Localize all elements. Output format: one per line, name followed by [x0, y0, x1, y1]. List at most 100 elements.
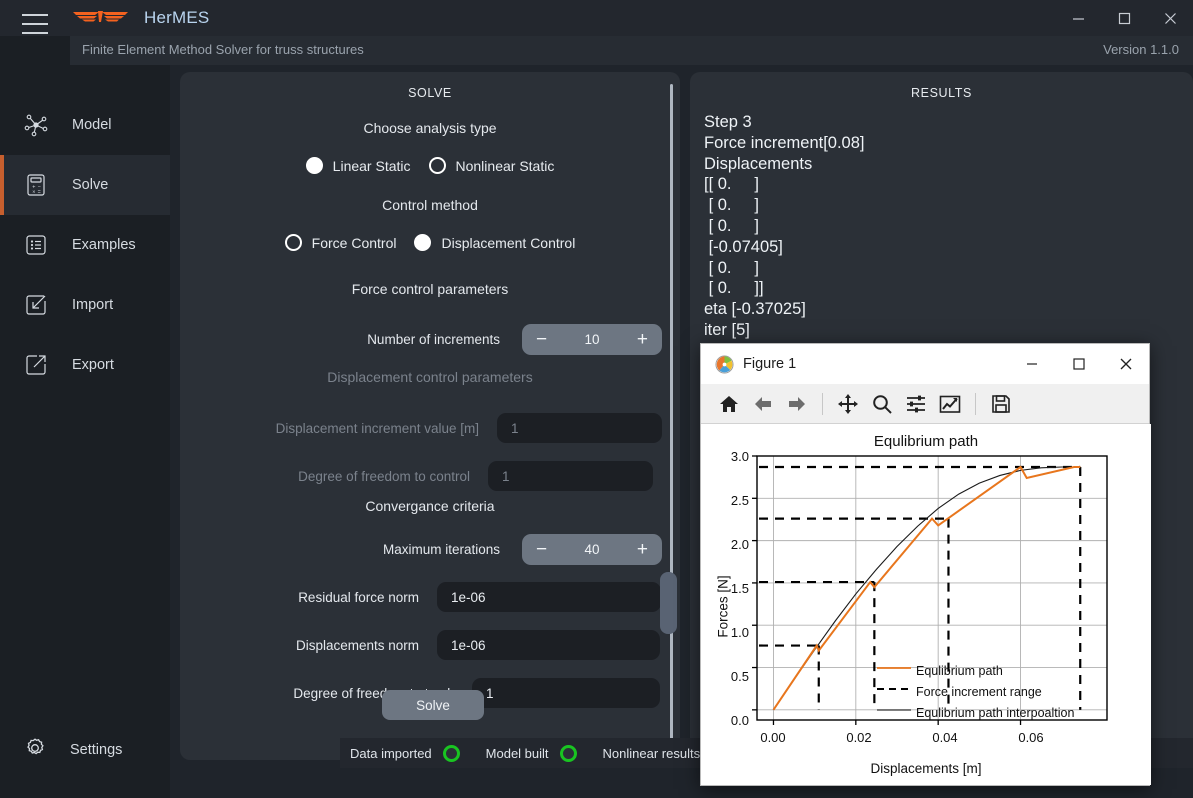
- maximize-icon[interactable]: [1101, 0, 1147, 36]
- results-panel-title: RESULTS: [911, 86, 972, 100]
- radio-linear-static[interactable]: Linear Static: [305, 157, 411, 174]
- max-iterations-stepper[interactable]: − 40 +: [522, 534, 662, 565]
- max-iterations-row: Maximum iterations − 40 +: [192, 534, 662, 565]
- list-box-icon: [22, 231, 50, 259]
- increments-stepper[interactable]: − 10 +: [522, 324, 662, 355]
- solve-panel-scroll-thumb[interactable]: [660, 572, 677, 634]
- max-iterations-label: Maximum iterations: [382, 542, 500, 557]
- radio-dot-icon: [414, 234, 432, 251]
- status-data-imported: Data imported: [350, 744, 460, 762]
- chart-plot-area: [752, 455, 1108, 725]
- disp-norm-input[interactable]: [437, 630, 660, 660]
- status-label: Model built: [485, 745, 549, 761]
- chart-legend-entry: Equlibrium path interpoaltion: [916, 706, 1075, 720]
- radio-label: Displacement Control: [441, 234, 576, 251]
- figure-title: Figure 1: [743, 356, 797, 372]
- max-iterations-value: 40: [584, 542, 600, 557]
- sidebar-item-export[interactable]: Export: [0, 335, 170, 395]
- convergence-heading: Convergance criteria: [365, 498, 495, 514]
- analysis-type-heading: Choose analysis type: [363, 120, 497, 136]
- force-params-heading: Force control parameters: [351, 281, 509, 297]
- status-led-icon: [559, 744, 577, 762]
- sidebar-item-settings[interactable]: Settings: [0, 727, 170, 773]
- figure-window: Figure 1 Equlibrium path Forces [N] Disp…: [700, 343, 1151, 786]
- radio-label: Nonlinear Static: [455, 157, 555, 174]
- hamburger-menu-icon[interactable]: [22, 14, 48, 34]
- matplotlib-icon: [715, 354, 734, 374]
- residual-norm-row: Residual force norm: [192, 582, 662, 612]
- minimize-icon[interactable]: [1055, 0, 1101, 36]
- sidebar-item-import[interactable]: Import: [0, 275, 170, 335]
- sidebar-item-model[interactable]: Model: [0, 95, 170, 155]
- configure-subplots-icon[interactable]: [901, 389, 931, 419]
- solve-button[interactable]: Solve: [382, 690, 484, 720]
- radio-dot-icon: [428, 157, 446, 174]
- residual-norm-label: Residual force norm: [298, 589, 419, 605]
- version-label: Version 1.1.0: [1103, 42, 1179, 57]
- increments-label: Number of increments: [367, 332, 500, 347]
- sidebar-item-examples[interactable]: Examples: [0, 215, 170, 275]
- sidebar-item-label: Examples: [72, 237, 136, 253]
- figure-title-bar: Figure 1: [701, 344, 1149, 384]
- radio-dot-icon: [284, 234, 302, 251]
- figure-toolbar: [701, 384, 1149, 424]
- window-controls: [1055, 0, 1193, 36]
- sidebar: Model + − × = Solve Examples Import Expo…: [0, 65, 170, 798]
- radio-force-control[interactable]: Force Control: [284, 234, 397, 251]
- decrement-button[interactable]: −: [536, 330, 547, 349]
- increment-button[interactable]: +: [637, 330, 648, 349]
- title-bar: HerMES: [0, 0, 1193, 36]
- minimize-icon[interactable]: [1008, 344, 1055, 384]
- analysis-type-radio-group: Linear Static Nonlinear Static: [180, 157, 680, 174]
- dof-control-label: Degree of freedom to control: [298, 468, 470, 484]
- gear-icon: [22, 735, 48, 766]
- save-floppy-icon[interactable]: [986, 389, 1016, 419]
- dof-control-input[interactable]: [488, 461, 653, 491]
- solve-panel: SOLVE Choose analysis type Linear Static…: [180, 72, 680, 760]
- calculator-icon: + − × =: [22, 171, 50, 199]
- export-arrow-icon: [22, 351, 50, 379]
- residual-norm-input[interactable]: [437, 582, 661, 612]
- maximize-icon[interactable]: [1055, 344, 1102, 384]
- sidebar-item-label: Import: [72, 297, 114, 313]
- solve-panel-scrollbar[interactable]: [670, 84, 673, 760]
- status-label: Data imported: [350, 745, 432, 761]
- chart-legend-entry: Equlibrium path: [916, 664, 1003, 678]
- network-nodes-icon: [22, 111, 50, 139]
- sidebar-item-label: Solve: [72, 177, 109, 193]
- radio-dot-icon: [305, 157, 323, 174]
- decrement-button[interactable]: −: [536, 540, 547, 559]
- settings-label: Settings: [70, 742, 123, 758]
- home-icon[interactable]: [714, 389, 744, 419]
- edit-axis-curve-icon[interactable]: [935, 389, 965, 419]
- dof-control-row: Degree of freedom to control: [192, 461, 662, 491]
- forward-arrow-icon[interactable]: [782, 389, 812, 419]
- toolbar-separator: [975, 392, 976, 415]
- results-output-text: Step 3 Force increment[0.08] Displacemen…: [704, 113, 865, 339]
- toolbar-separator: [822, 392, 823, 415]
- disp-norm-row: Displacements norm: [192, 630, 662, 660]
- radio-nonlinear-static[interactable]: Nonlinear Static: [428, 157, 555, 174]
- figure-window-controls: [1008, 344, 1149, 384]
- increment-button[interactable]: +: [637, 540, 648, 559]
- disp-increment-label: Displacement increment value [m]: [275, 420, 479, 436]
- increments-row: Number of increments − 10 +: [192, 324, 662, 355]
- sidebar-item-solve[interactable]: + − × = Solve: [0, 155, 170, 215]
- app-title: HerMES: [144, 8, 210, 27]
- close-icon[interactable]: [1147, 0, 1193, 36]
- disp-increment-row: Displacement increment value [m]: [192, 413, 662, 443]
- hermes-wings-logo-icon: [73, 11, 128, 22]
- dof-track-input[interactable]: [472, 678, 660, 708]
- pan-move-icon[interactable]: [833, 389, 863, 419]
- svg-text:×: ×: [32, 189, 35, 195]
- disp-norm-label: Displacements norm: [295, 637, 419, 653]
- radio-displacement-control[interactable]: Displacement Control: [414, 234, 575, 251]
- sidebar-item-label: Export: [72, 357, 114, 373]
- status-model-built: Model built: [485, 744, 577, 762]
- zoom-magnifier-icon[interactable]: [867, 389, 897, 419]
- back-arrow-icon[interactable]: [748, 389, 778, 419]
- close-icon[interactable]: [1102, 344, 1149, 384]
- radio-label: Force Control: [311, 234, 397, 251]
- disp-increment-input[interactable]: [497, 413, 662, 443]
- solve-panel-title: SOLVE: [408, 86, 452, 100]
